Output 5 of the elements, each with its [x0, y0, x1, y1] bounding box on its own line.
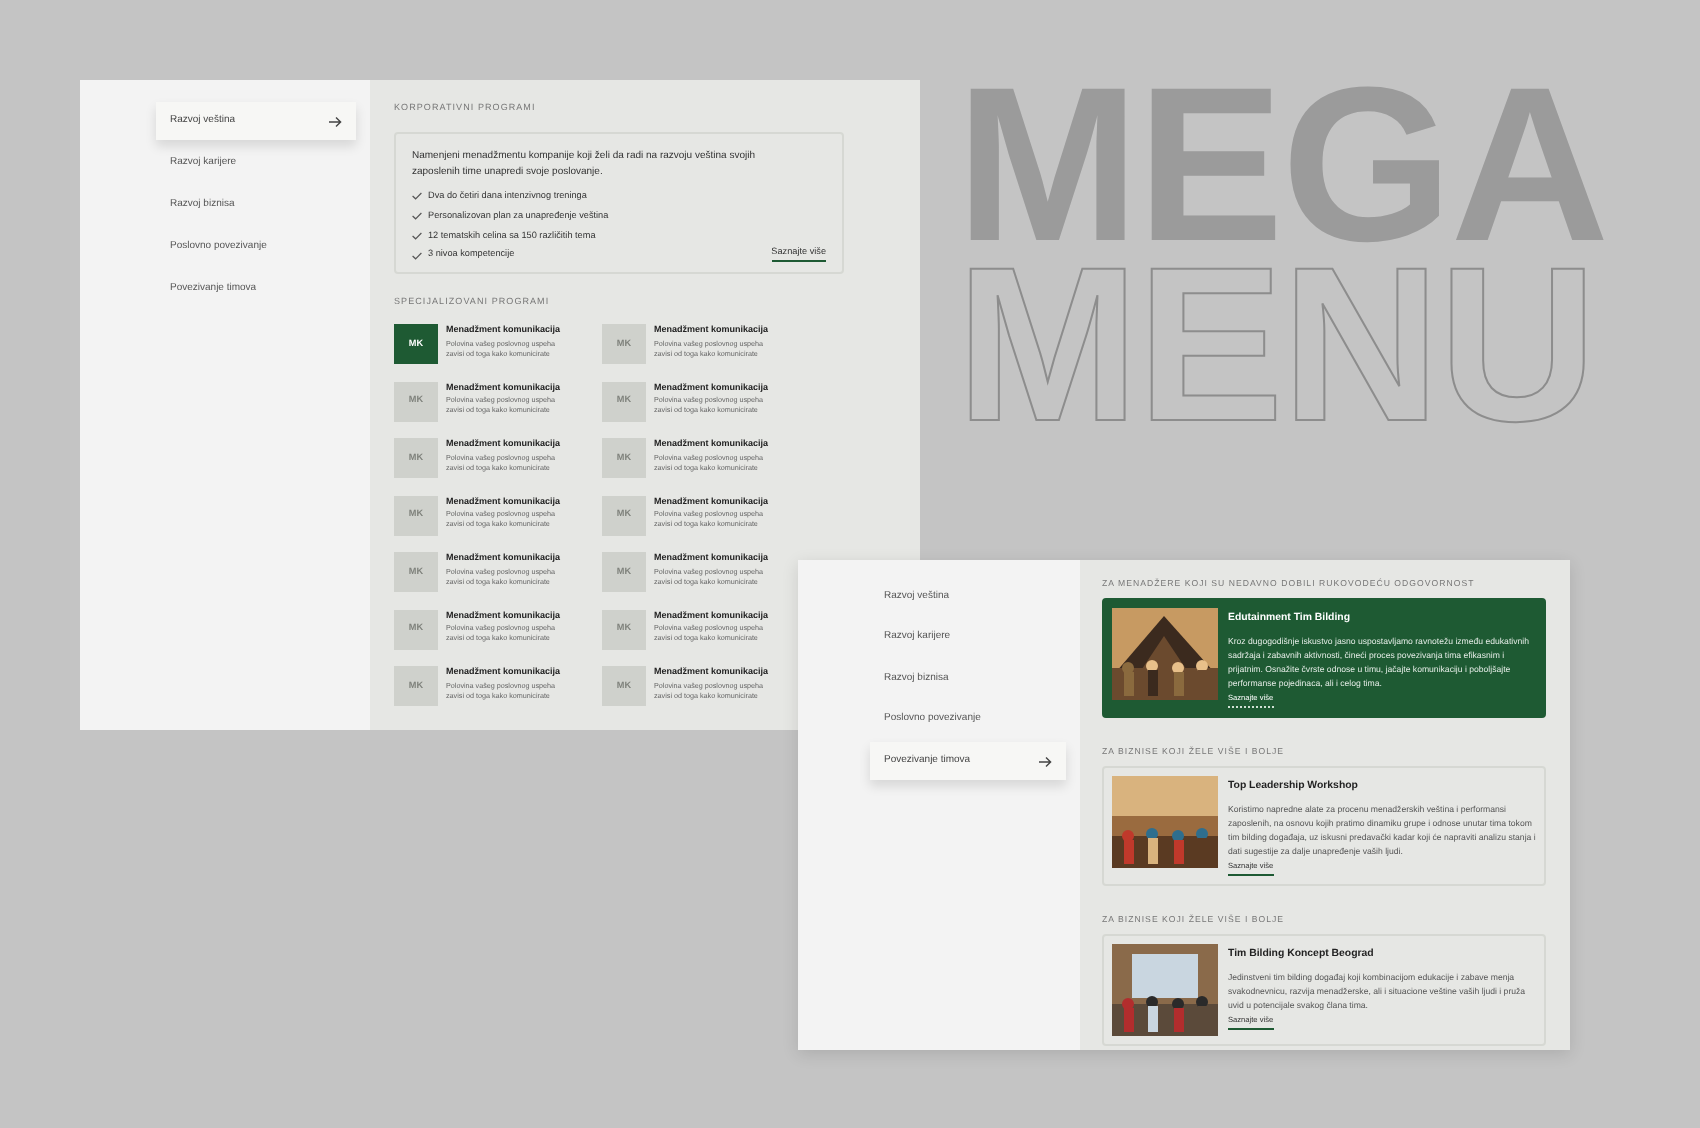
checkmark-icon [412, 251, 422, 260]
program-card[interactable] [1102, 598, 1546, 718]
checkmark-icon [412, 192, 422, 201]
arrow-right-icon [328, 115, 342, 127]
arrow-right-icon [1038, 755, 1052, 767]
